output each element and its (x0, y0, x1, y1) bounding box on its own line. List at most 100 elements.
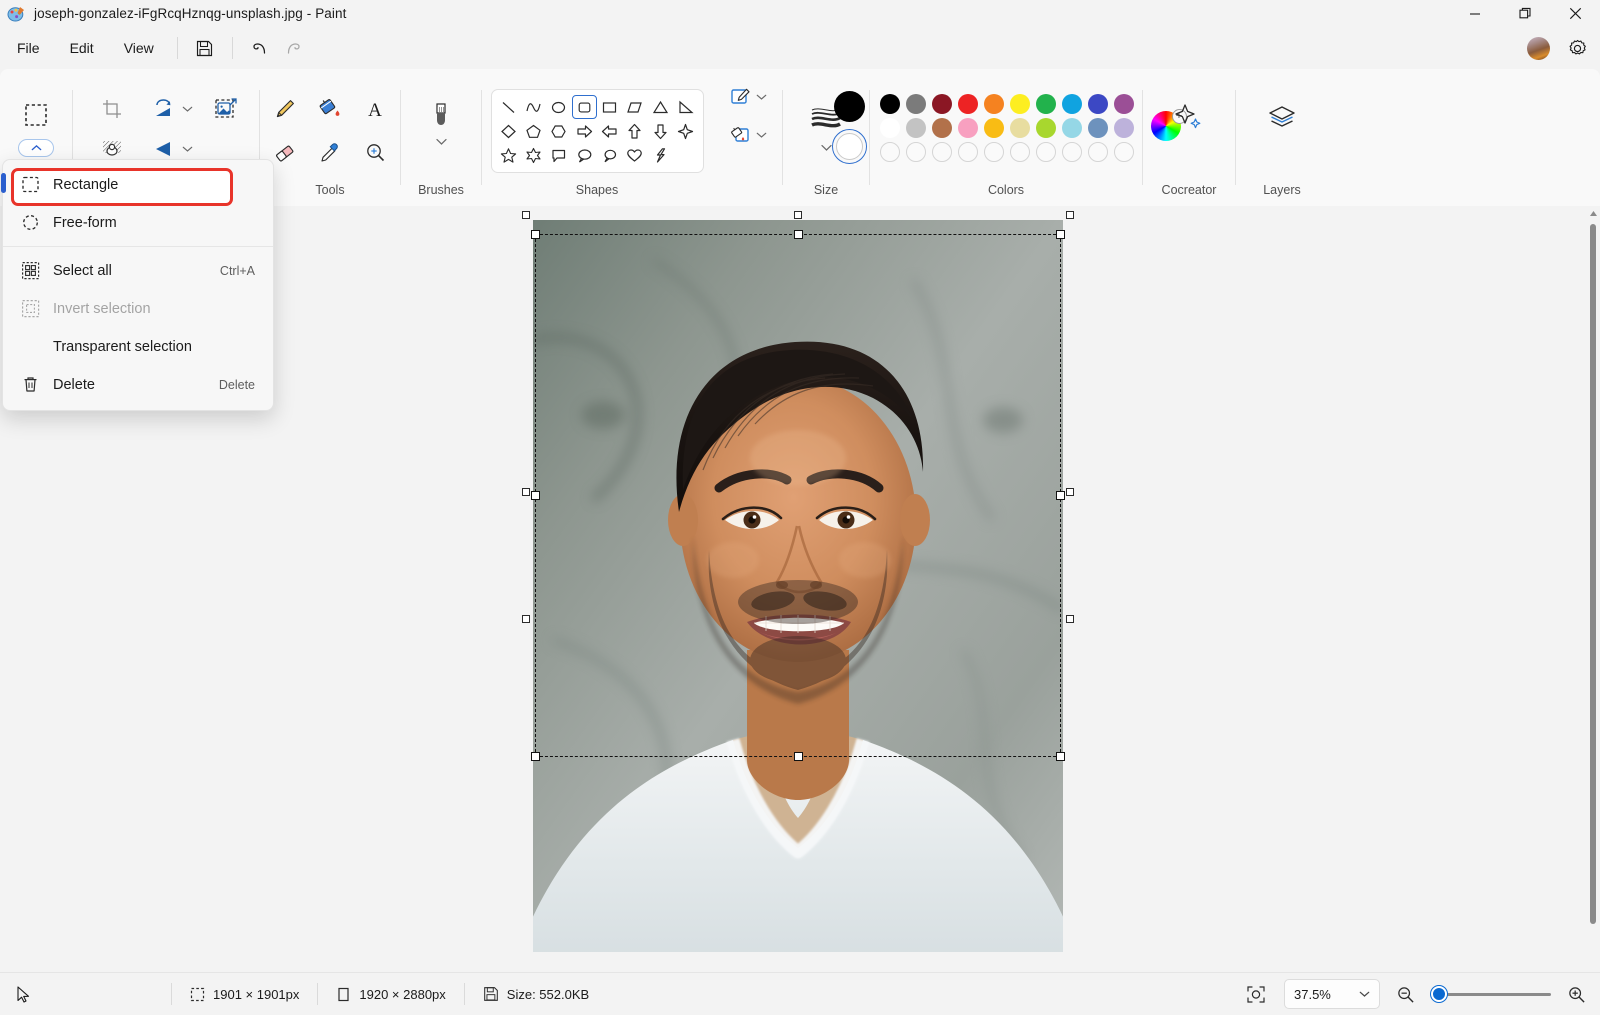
color-swatch-r2-c7[interactable] (1061, 117, 1082, 138)
restore-icon[interactable] (1500, 0, 1550, 27)
minimize-icon[interactable] (1450, 0, 1500, 27)
menu-item-rectangle[interactable]: Rectangle (7, 166, 269, 203)
outline-icon[interactable] (727, 85, 753, 109)
fill-bucket-icon[interactable] (312, 92, 348, 126)
selection-marquee[interactable] (531, 230, 1065, 761)
color-swatch-r1-c6[interactable] (1035, 93, 1056, 114)
color-swatch-r1-c1[interactable] (905, 93, 926, 114)
shape-right-triangle[interactable] (673, 95, 698, 119)
fill-chevron-down-icon[interactable] (756, 131, 767, 139)
shape-arrow-down[interactable] (648, 119, 673, 143)
shape-oval[interactable] (546, 95, 571, 119)
color-swatch-r1-c7[interactable] (1061, 93, 1082, 114)
shape-hexagon[interactable] (546, 119, 571, 143)
color-swatch-r3-c3[interactable] (957, 141, 978, 162)
color-swatch-r2-c1[interactable] (905, 117, 926, 138)
shape-arrow-right[interactable] (572, 119, 597, 143)
color-swatch-r1-c3[interactable] (957, 93, 978, 114)
selection-handle-n[interactable] (793, 230, 803, 239)
color-swatch-r3-c4[interactable] (983, 141, 1004, 162)
canvas-paper[interactable] (522, 211, 1074, 952)
crop-icon[interactable] (94, 92, 130, 126)
menu-file[interactable]: File (4, 35, 53, 61)
color-swatch-r3-c7[interactable] (1061, 141, 1082, 162)
zoom-in-icon[interactable] (1563, 982, 1590, 1006)
color-swatch-r1-c0[interactable] (879, 93, 900, 114)
canvas-handle-ne[interactable] (1066, 211, 1074, 219)
color-swatch-r2-c3[interactable] (957, 117, 978, 138)
selection-handle-se[interactable] (1056, 752, 1065, 761)
shape-parallelogram[interactable] (622, 95, 647, 119)
selection-menu[interactable]: Rectangle Free-form Select all Ctrl+A In… (1, 159, 274, 411)
color-swatch-r3-c9[interactable] (1113, 141, 1134, 162)
color-swatch-r3-c0[interactable] (879, 141, 900, 162)
shape-triangle[interactable] (648, 95, 673, 119)
zoom-level-select[interactable]: 37.5% (1284, 979, 1380, 1009)
canvas-handle-e[interactable] (1066, 488, 1074, 497)
selection-handle-w[interactable] (531, 491, 540, 500)
gear-icon[interactable] (1560, 33, 1594, 63)
vertical-scrollbar[interactable] (1586, 206, 1600, 952)
canvas-handle-w[interactable] (522, 488, 530, 497)
rectangle-select-icon[interactable] (14, 95, 58, 135)
close-icon[interactable] (1550, 0, 1600, 27)
color-swatch-r2-c8[interactable] (1087, 117, 1108, 138)
menu-view[interactable]: View (111, 35, 167, 61)
primary-color-swatch[interactable] (833, 91, 865, 122)
resize-image-icon[interactable] (208, 92, 244, 126)
shape-rounded-rectangle[interactable] (571, 95, 597, 119)
color-swatch-r3-c5[interactable] (1009, 141, 1030, 162)
selection-handle-s[interactable] (793, 752, 803, 761)
shape-arrow-left[interactable] (597, 119, 622, 143)
fill-icon[interactable] (727, 123, 753, 147)
menu-item-delete[interactable]: Delete Delete (7, 366, 269, 403)
rotate-chevron-down-icon[interactable] (182, 105, 193, 113)
shape-lightning[interactable] (648, 143, 673, 167)
menu-item-select-all[interactable]: Select all Ctrl+A (7, 252, 269, 289)
brushes-chevron-down-icon[interactable] (435, 137, 448, 146)
brush-icon[interactable] (419, 95, 463, 135)
zoom-slider-thumb[interactable] (1431, 986, 1447, 1002)
color-swatch-r1-c2[interactable] (931, 93, 952, 114)
sparkle-icon[interactable] (1167, 97, 1211, 137)
eyedropper-icon[interactable] (312, 136, 348, 170)
zoom-slider[interactable] (1431, 984, 1551, 1004)
undo-icon[interactable] (243, 33, 277, 63)
color-swatch-r3-c6[interactable] (1035, 141, 1056, 162)
color-swatch-r1-c9[interactable] (1113, 93, 1134, 114)
scrollbar-thumb[interactable] (1590, 224, 1596, 924)
canvas-handle-n[interactable] (794, 211, 802, 219)
select-expand-button[interactable] (18, 139, 54, 157)
shape-diamond[interactable] (496, 119, 521, 143)
menu-item-transparent-selection[interactable]: Transparent selection (7, 328, 269, 365)
shape-line[interactable] (496, 95, 521, 119)
shape-rounded-callout[interactable] (546, 143, 571, 167)
color-swatch-r3-c2[interactable] (931, 141, 952, 162)
user-avatar[interactable] (1527, 36, 1550, 60)
text-icon[interactable]: A (357, 92, 393, 126)
zoom-out-icon[interactable] (1392, 982, 1419, 1006)
shape-oval-callout[interactable] (572, 143, 597, 167)
outline-chevron-down-icon[interactable] (756, 93, 767, 101)
secondary-color-swatch[interactable] (831, 129, 867, 164)
rotate-icon[interactable] (145, 92, 181, 126)
magnifier-icon[interactable] (357, 136, 393, 170)
color-swatch-r2-c5[interactable] (1009, 117, 1030, 138)
selection-handle-ne[interactable] (1056, 230, 1065, 239)
color-swatch-r1-c5[interactable] (1009, 93, 1030, 114)
shape-heart[interactable] (622, 143, 647, 167)
shape-arrow-up[interactable] (622, 119, 647, 143)
color-swatch-r3-c8[interactable] (1087, 141, 1108, 162)
color-swatch-r2-c0[interactable] (879, 117, 900, 138)
shape-cloud-callout[interactable] (597, 143, 622, 167)
selection-handle-nw[interactable] (531, 230, 540, 239)
shape-curve[interactable] (521, 95, 546, 119)
zoom-chevron-down-icon[interactable] (1359, 990, 1370, 998)
flip-chevron-down-icon[interactable] (182, 145, 193, 153)
scroll-up-arrow-icon[interactable] (1586, 206, 1600, 220)
shape-four-point-star[interactable] (673, 119, 698, 143)
menu-item-free-form[interactable]: Free-form (7, 204, 269, 241)
color-swatch-r3-c1[interactable] (905, 141, 926, 162)
color-swatch-r2-c9[interactable] (1113, 117, 1134, 138)
shape-rectangle[interactable] (597, 95, 622, 119)
